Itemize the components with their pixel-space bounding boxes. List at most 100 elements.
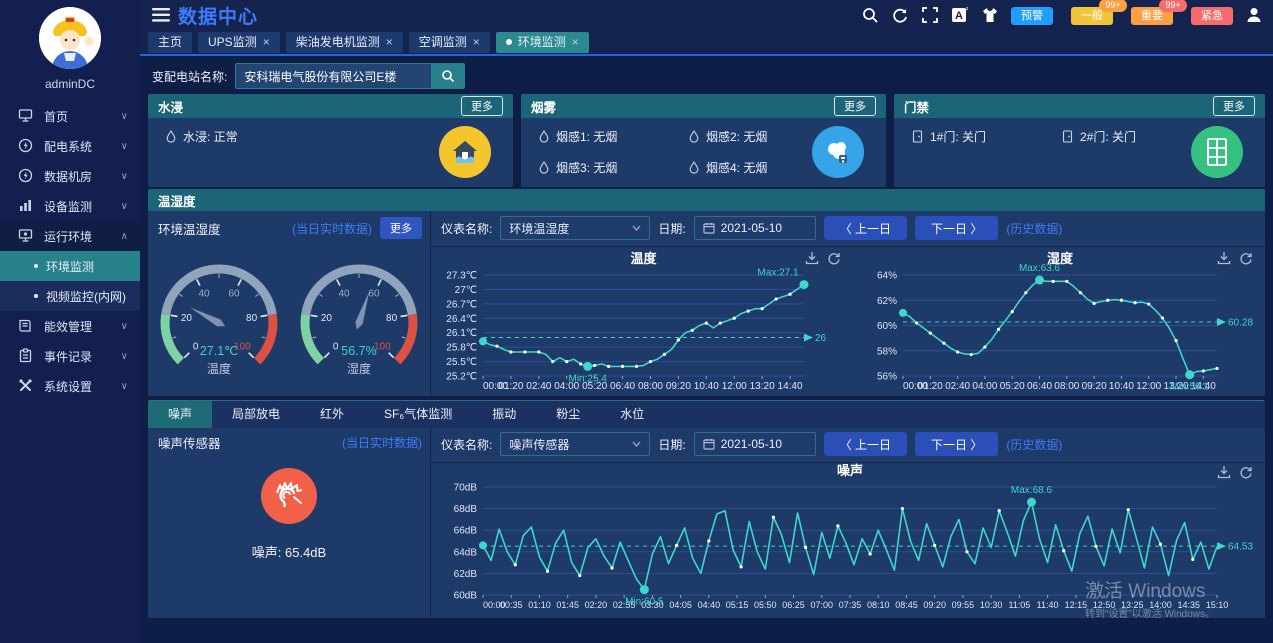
station-search-button[interactable]	[431, 63, 465, 89]
svg-text:01:20: 01:20	[498, 381, 523, 392]
svg-text:60dB: 60dB	[454, 591, 478, 602]
svg-text:Min:25.4: Min:25.4	[568, 373, 607, 384]
bullet-icon	[34, 294, 38, 298]
svg-text:04:40: 04:40	[698, 600, 721, 610]
content: 水浸 更多 水浸: 正常 烟雾 更多 烟感1: 无烟烟感2: 无烟烟感3: 无烟…	[148, 94, 1265, 643]
flood-icon	[439, 126, 491, 178]
nav-tab-4[interactable]: 环境监测×	[496, 32, 589, 53]
nav-tab-3[interactable]: 空调监测 ×	[409, 32, 490, 53]
download-icon[interactable]	[1217, 251, 1231, 265]
hamburger-menu-icon[interactable]	[152, 8, 170, 22]
sensor-tab-3[interactable]: SF₆气体监测	[364, 401, 472, 428]
status-item-text: 2#门: 关门	[1080, 128, 1136, 145]
svg-text:08:00: 08:00	[638, 381, 663, 392]
water-panel-title: 水浸	[158, 97, 461, 116]
sidebar-item-0[interactable]: 首页∨	[0, 101, 140, 131]
svg-text:Max:27.1: Max:27.1	[757, 268, 799, 279]
th-prev-day-button[interactable]: 〈 上一日	[824, 216, 907, 240]
alarm-button-3[interactable]: 紧急	[1191, 7, 1233, 25]
nav-tabbar: 主页UPS监测×柴油发电机监测×空调监测×环境监测×	[140, 30, 1273, 56]
translate-icon[interactable]: A²	[951, 6, 969, 24]
user-icon[interactable]	[1245, 6, 1263, 24]
avatar[interactable]	[39, 7, 101, 69]
noise-meter-select-value: 噪声传感器	[509, 436, 632, 453]
sidebar-item-7[interactable]: 系统设置∨	[0, 371, 140, 401]
status-item: 水浸: 正常	[166, 128, 316, 145]
door-panel: 门禁 更多 1#门: 关门2#门: 关门	[894, 94, 1265, 187]
station-filter-label: 变配电站名称:	[152, 68, 227, 85]
svg-text:20: 20	[181, 313, 193, 324]
svg-text:07:35: 07:35	[839, 600, 862, 610]
alarm-button-1[interactable]: 一般99+	[1071, 7, 1113, 25]
power-icon	[18, 138, 34, 154]
sensor-tab-1[interactable]: 局部放电	[212, 401, 300, 428]
download-icon[interactable]	[1217, 465, 1231, 479]
sidebar-item-2[interactable]: 数据机房∨	[0, 161, 140, 191]
svg-text:01:45: 01:45	[556, 600, 579, 610]
refresh-icon[interactable]	[827, 251, 841, 265]
close-icon[interactable]: ×	[386, 32, 393, 53]
svg-text:06:40: 06:40	[610, 381, 635, 392]
svg-text:27.3℃: 27.3℃	[446, 271, 477, 282]
noise-date-picker[interactable]: 2021-05-10	[694, 432, 816, 456]
close-icon[interactable]: ×	[473, 32, 480, 53]
sensor-tab-4[interactable]: 振动	[472, 401, 536, 428]
svg-text:05:50: 05:50	[754, 600, 777, 610]
sensor-tab-0[interactable]: 噪声	[148, 401, 212, 428]
noise-history-link[interactable]: (历史数据)	[1006, 436, 1062, 453]
svg-text:27.1℃: 27.1℃	[200, 344, 238, 358]
svg-text:64dB: 64dB	[454, 547, 478, 558]
theme-icon[interactable]	[981, 6, 999, 24]
svg-text:26.7℃: 26.7℃	[446, 299, 477, 310]
nav-tab-label: 空调监测	[419, 32, 467, 53]
alarm-button-0[interactable]: 预警	[1011, 7, 1053, 25]
temp-humidity-panel-title: 温湿度	[148, 189, 1265, 211]
noise-prev-day-button[interactable]: 〈 上一日	[824, 432, 907, 456]
sidebar-item-label: 设备监测	[44, 198, 121, 215]
th-next-day-button[interactable]: 下一日 〉	[915, 216, 998, 240]
door-more-button[interactable]: 更多	[1213, 96, 1255, 116]
refresh-icon[interactable]	[1239, 465, 1253, 479]
th-date-picker[interactable]: 2021-05-10	[694, 216, 816, 240]
th-meter-select[interactable]: 环境温湿度	[500, 216, 650, 240]
refresh-icon[interactable]	[1239, 251, 1253, 265]
noise-next-day-button[interactable]: 下一日 〉	[915, 432, 998, 456]
sidebar-item-6[interactable]: 事件记录∨	[0, 341, 140, 371]
water-more-button[interactable]: 更多	[461, 96, 503, 116]
th-more-button[interactable]: 更多	[380, 217, 422, 239]
meter-name-label: 仪表名称:	[441, 220, 492, 237]
calendar-icon	[703, 222, 715, 234]
close-icon[interactable]: ×	[263, 32, 270, 53]
fullscreen-icon[interactable]	[921, 6, 939, 24]
sensor-tab-6[interactable]: 水位	[600, 401, 664, 428]
sidebar-item-4[interactable]: 运行环境∧	[0, 221, 140, 251]
th-history-link[interactable]: (历史数据)	[1006, 220, 1062, 237]
search-icon[interactable]	[861, 6, 879, 24]
noise-meter-select[interactable]: 噪声传感器	[500, 432, 650, 456]
gauges: 02040608010027.1℃温度02040608010056.7%湿度	[148, 247, 430, 396]
sensor-tab-2[interactable]: 红外	[300, 401, 364, 428]
station-search-input[interactable]	[235, 63, 431, 89]
noise-right-column: 仪表名称: 噪声传感器 日期: 2021-05-10 〈 上一日 下一日 〉 (…	[431, 427, 1265, 618]
close-icon[interactable]: ×	[572, 32, 579, 53]
chart-icon	[18, 198, 34, 214]
sidebar-item-1[interactable]: 配电系统∨	[0, 131, 140, 161]
hum-chart-tools	[1217, 251, 1253, 265]
sidebar-item-3[interactable]: 设备监测∨	[0, 191, 140, 221]
nav-tab-1[interactable]: UPS监测×	[198, 32, 280, 53]
refresh-icon[interactable]	[891, 6, 909, 24]
nav-tab-0[interactable]: 主页	[148, 32, 192, 53]
alarm-button-2[interactable]: 重要99+	[1131, 7, 1173, 25]
svg-text:02:20: 02:20	[585, 600, 608, 610]
download-icon[interactable]	[805, 251, 819, 265]
svg-text:湿度: 湿度	[347, 361, 371, 376]
sidebar-subitem-0[interactable]: 环境监测	[0, 251, 140, 281]
sensor-tab-5[interactable]: 粉尘	[536, 401, 600, 428]
noise-realtime-label: (当日实时数据)	[342, 434, 422, 451]
sidebar-item-label: 运行环境	[44, 228, 121, 245]
sidebar-item-5[interactable]: 能效管理∨	[0, 311, 140, 341]
smoke-more-button[interactable]: 更多	[834, 96, 876, 116]
nav-tab-2[interactable]: 柴油发电机监测×	[286, 32, 403, 53]
sidebar-subitem-1[interactable]: 视频监控(内网)	[0, 281, 140, 311]
monitor-icon	[18, 108, 34, 124]
